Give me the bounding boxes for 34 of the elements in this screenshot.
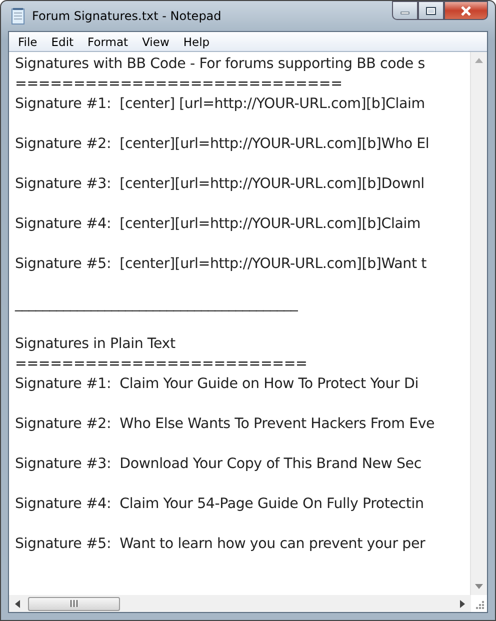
notepad-icon	[10, 7, 26, 25]
text-line: Signature #4: [center][url=http://YOUR-URL.com][b]Claim	[15, 215, 422, 234]
text-line: Signature #4: Claim Your 54-Page Guide On Fully Protectin	[15, 495, 425, 514]
text-line: Signature #2: Who Else Wants To Prevent Hackers From Eve	[15, 415, 436, 434]
minimize-button[interactable]	[392, 1, 418, 20]
text-line: =========================	[15, 355, 308, 374]
window-title: Forum Signatures.txt - Notepad	[32, 9, 222, 23]
vertical-scrollbar[interactable]	[470, 52, 487, 595]
text-line: Signatures in Plain Text	[15, 335, 176, 354]
text-line: Signatures with BB Code - For forums supporting BB code s	[15, 55, 426, 74]
text-line: Signature #3: [center][url=http://YOUR-URL.com][b]Downl	[15, 175, 426, 194]
text-line: Signature #1: Claim Your Guide on How To Protect Your Di	[15, 375, 420, 394]
text-line: ============================	[15, 75, 344, 94]
resize-grip-icon[interactable]	[474, 598, 484, 608]
scroll-right-icon[interactable]	[460, 600, 465, 608]
scroll-left-icon[interactable]	[15, 600, 20, 608]
scrollbar-thumb[interactable]	[28, 596, 120, 610]
text-line: Signature #1: [center] [url=http://YOUR-URL.com][b]Claim	[15, 95, 426, 114]
menu-item[interactable]: Edit	[44, 34, 81, 48]
menu-item[interactable]: Format	[80, 34, 136, 48]
close-button[interactable]	[444, 1, 488, 20]
menu-item[interactable]: View	[135, 34, 176, 48]
text-line: Signature #2: [center][url=http://YOUR-URL.com][b]Who El	[15, 135, 430, 154]
horizontal-scrollbar[interactable]	[9, 595, 471, 612]
text-line: Signature #5: [center][url=http://YOUR-URL.com][b]Want t	[15, 255, 428, 274]
maximize-button[interactable]	[418, 1, 444, 20]
menu-item[interactable]: File	[11, 34, 44, 48]
text-line: Signature #3: Download Your Copy of This Brand New Sec	[15, 455, 422, 474]
maximize-icon	[425, 6, 437, 16]
menu-item[interactable]: Help	[176, 34, 217, 48]
text-line: Signature #5: Want to learn how you can prevent your per	[15, 535, 426, 554]
text-line: _________________________________________	[15, 295, 299, 314]
close-icon	[459, 6, 473, 16]
scroll-down-icon[interactable]	[475, 584, 483, 589]
